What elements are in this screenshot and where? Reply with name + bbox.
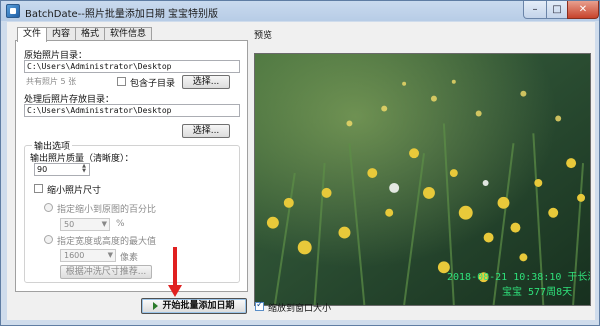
shrink-size-label: 缩小照片尺寸 <box>47 186 102 196</box>
percent-radio[interactable] <box>44 203 53 212</box>
chevron-down-icon: ▼ <box>107 251 113 259</box>
recommend-size-button[interactable]: 根据冲洗尺寸推荐... <box>60 265 152 279</box>
percent-select[interactable]: 50 ▼ <box>60 218 110 231</box>
start-batch-label: 开始批量添加日期 <box>162 301 235 311</box>
tab-format[interactable]: 格式 <box>75 27 106 41</box>
app-icon <box>6 4 20 18</box>
preview-label: 预览 <box>254 31 273 41</box>
quality-value: 90 <box>37 165 48 174</box>
file-tab-panel: 原始照片目录： C:\Users\Administrator\Desktop 共… <box>15 40 248 292</box>
annotation-arrow-shaft <box>173 247 177 287</box>
start-batch-button[interactable]: 开始批量添加日期 <box>141 298 247 314</box>
percent-select-value: 50 <box>64 220 75 229</box>
photo-count-text: 共有照片 5 张 <box>26 77 77 86</box>
include-subdirs-label: 包含子目录 <box>130 79 176 89</box>
maxsize-radio[interactable] <box>44 235 53 244</box>
date-stamp: 2018-08-21 10:38:10 于长沙 <box>447 272 591 283</box>
tab-content[interactable]: 内容 <box>46 27 77 41</box>
fit-window-label: 缩放到窗口大小 <box>268 304 332 314</box>
tab-software-info[interactable]: 软件信息 <box>104 27 153 41</box>
fit-window-checkbox[interactable] <box>255 300 264 311</box>
title-bar[interactable]: BatchDate--照片批量添加日期 宝宝特别版 – □ ✕ <box>1 1 599 21</box>
preview-image: 2018-08-21 10:38:10 于长沙 宝宝 577周8天 <box>254 53 591 306</box>
shrink-size-checkbox[interactable] <box>34 184 43 193</box>
output-dir-field[interactable]: C:\Users\Administrator\Desktop <box>24 104 240 117</box>
maxsize-select[interactable]: 1600 ▼ <box>60 249 116 262</box>
chevron-down-icon: ▼ <box>101 220 107 228</box>
percent-option-label: 指定缩小到原图的百分比 <box>57 205 157 215</box>
maxsize-option-label: 指定宽度或高度的最大值 <box>57 237 157 247</box>
client-area: 文件 内容 格式 软件信息 原始照片目录： C:\Users\Administr… <box>7 22 595 320</box>
maxsize-select-value: 1600 <box>64 251 85 260</box>
maximize-button[interactable]: □ <box>546 1 568 19</box>
quality-spinbox[interactable]: 90 ▲ ▼ <box>34 163 90 176</box>
percent-unit: % <box>116 219 125 229</box>
tab-file[interactable]: 文件 <box>17 27 48 42</box>
browse-output-button[interactable]: 选择... <box>182 124 230 138</box>
maxsize-unit: 像素 <box>120 253 139 263</box>
age-stamp: 宝宝 577周8天 <box>502 287 573 298</box>
quality-spin-arrows[interactable]: ▲ ▼ <box>80 164 88 175</box>
close-button[interactable]: ✕ <box>567 1 599 19</box>
include-subdirs-checkbox[interactable] <box>117 77 126 86</box>
source-dir-field[interactable]: C:\Users\Administrator\Desktop <box>24 60 240 73</box>
browse-source-button[interactable]: 选择... <box>182 75 230 89</box>
play-icon <box>153 301 159 310</box>
window-title: BatchDate--照片批量添加日期 宝宝特别版 <box>25 9 219 20</box>
app-window: BatchDate--照片批量添加日期 宝宝特别版 – □ ✕ 文件 内容 格式… <box>0 0 600 326</box>
minimize-button[interactable]: – <box>523 1 547 19</box>
annotation-arrow-icon <box>168 285 182 297</box>
tab-strip: 文件 内容 格式 软件信息 <box>17 27 153 42</box>
